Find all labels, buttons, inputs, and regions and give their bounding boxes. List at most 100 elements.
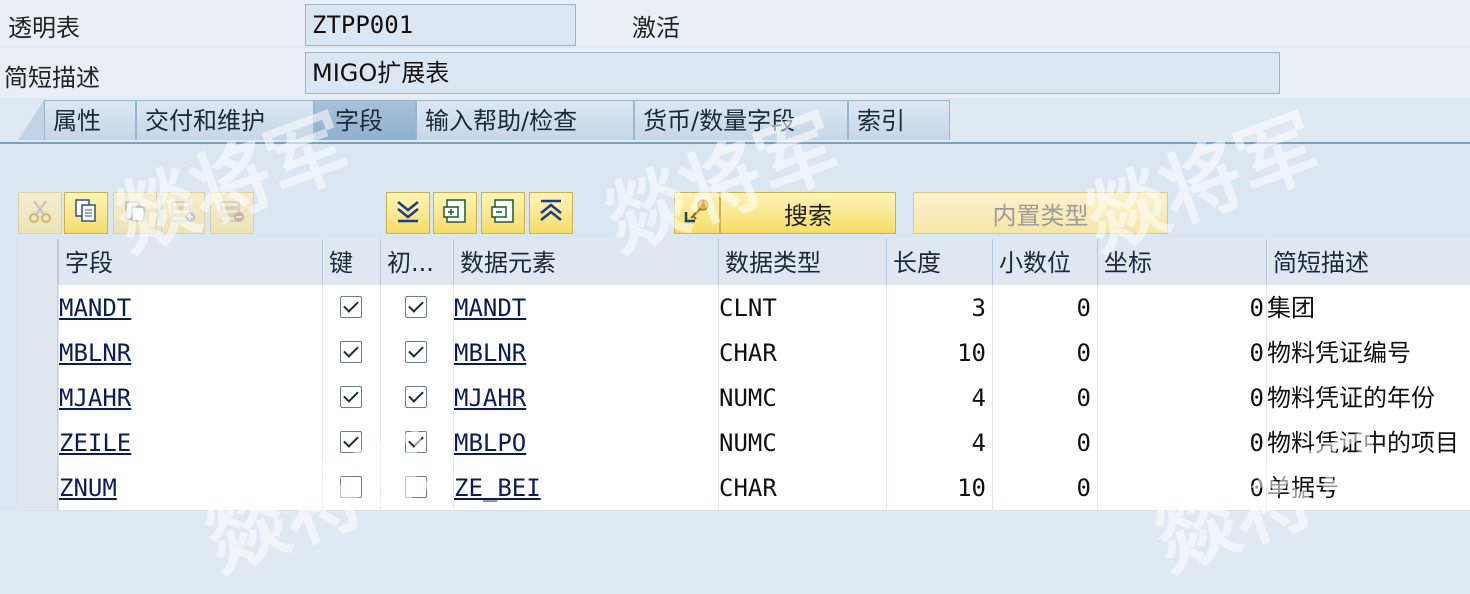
initial-checkbox[interactable]	[405, 296, 427, 318]
delete-row-icon	[219, 198, 245, 228]
length-cell[interactable]: 3	[886, 285, 992, 330]
row-selector[interactable]	[18, 465, 58, 510]
field-name-cell[interactable]: ZEILE	[58, 420, 322, 465]
key-cell	[322, 330, 380, 375]
data-type-cell[interactable]: CHAR	[718, 330, 886, 375]
length-cell[interactable]: 4	[886, 375, 992, 420]
key-checkbox[interactable]	[340, 296, 362, 318]
builtin-type-button[interactable]: 内置类型	[913, 192, 1168, 234]
table-label: 透明表	[8, 14, 80, 42]
key-checkbox[interactable]	[340, 476, 362, 498]
key-icon	[683, 198, 711, 228]
table-row[interactable]: ZEILE MBLPO NUMC 4 0 0 物料凭证中的项目	[18, 420, 1470, 466]
initial-checkbox[interactable]	[405, 431, 427, 453]
paste-icon	[122, 198, 148, 228]
delete-field-icon	[490, 198, 516, 228]
field-name-cell[interactable]: MBLNR	[58, 330, 322, 375]
key-checkbox[interactable]	[340, 431, 362, 453]
row-selector[interactable]	[18, 330, 58, 375]
length-cell[interactable]: 4	[886, 420, 992, 465]
initial-checkbox[interactable]	[405, 341, 427, 363]
data-element-cell[interactable]: MJAHR	[453, 375, 718, 420]
table-row[interactable]: MJAHR MJAHR NUMC 4 0 0 物料凭证的年份	[18, 375, 1470, 421]
col-initial[interactable]: 初...	[380, 239, 453, 285]
decimals-cell[interactable]: 0	[992, 285, 1097, 330]
tab-fields[interactable]: 字段	[314, 100, 416, 140]
col-length[interactable]: 长度	[886, 239, 992, 285]
tab-strip: 属性 交付和维护 字段 输入帮助/检查 货币/数量字段 索引	[0, 100, 1470, 142]
data-type-cell[interactable]: NUMC	[718, 420, 886, 465]
paste-button[interactable]	[113, 192, 157, 234]
coordinate-cell[interactable]: 0	[1097, 330, 1266, 375]
status-text: 激活	[632, 14, 680, 42]
decimals-cell[interactable]: 0	[992, 465, 1097, 510]
copy-button[interactable]	[64, 192, 108, 234]
col-data-element[interactable]: 数据元素	[453, 239, 718, 285]
scroll-top-button[interactable]	[529, 192, 573, 234]
key-checkbox[interactable]	[340, 341, 362, 363]
table-row[interactable]: MBLNR MBLNR CHAR 10 0 0 物料凭证编号	[18, 330, 1470, 376]
short-description-cell[interactable]: 物料凭证中的项目	[1266, 420, 1470, 465]
select-all-cell[interactable]	[18, 239, 58, 285]
data-element-cell[interactable]: MBLNR	[453, 330, 718, 375]
cut-button[interactable]	[18, 192, 62, 234]
short-description-cell[interactable]: 物料凭证的年份	[1266, 375, 1470, 420]
delete-row-button[interactable]	[210, 192, 254, 234]
data-element-cell[interactable]: ZE_BEI	[453, 465, 718, 510]
delete-field-button[interactable]	[481, 192, 525, 234]
tab-indexes[interactable]: 索引	[848, 100, 950, 140]
tab-currency-quantity[interactable]: 货币/数量字段	[634, 100, 848, 140]
field-name-cell[interactable]: MJAHR	[58, 375, 322, 420]
scroll-top-icon	[537, 198, 565, 228]
initial-cell	[380, 375, 453, 420]
insert-row-button[interactable]	[161, 192, 205, 234]
tab-decoration	[18, 100, 44, 140]
col-data-type[interactable]: 数据类型	[718, 239, 886, 285]
col-decimals[interactable]: 小数位	[992, 239, 1097, 285]
coordinate-cell[interactable]: 0	[1097, 420, 1266, 465]
coordinate-cell[interactable]: 0	[1097, 375, 1266, 420]
table-name-field[interactable]: ZTPP001	[305, 4, 576, 46]
col-key[interactable]: 键	[322, 239, 380, 285]
search-button[interactable]: 搜索	[720, 192, 896, 234]
scroll-bottom-button[interactable]	[386, 192, 430, 234]
data-element-cell[interactable]: MANDT	[453, 285, 718, 330]
short-description-cell[interactable]: 集团	[1266, 285, 1470, 330]
table-row[interactable]: ZNUM ZE_BEI CHAR 10 0 0 单据号	[18, 465, 1470, 511]
tab-input-help[interactable]: 输入帮助/检查	[416, 100, 634, 140]
row-selector[interactable]	[18, 420, 58, 465]
decimals-cell[interactable]: 0	[992, 420, 1097, 465]
tab-attributes[interactable]: 属性	[44, 100, 136, 140]
coordinate-cell[interactable]: 0	[1097, 465, 1266, 510]
short-description-cell[interactable]: 物料凭证编号	[1266, 330, 1470, 375]
data-type-cell[interactable]: NUMC	[718, 375, 886, 420]
field-name-cell[interactable]: MANDT	[58, 285, 322, 330]
short-description-field[interactable]: MIGO扩展表	[305, 52, 1280, 94]
col-field[interactable]: 字段	[58, 239, 322, 285]
row-selector[interactable]	[18, 285, 58, 330]
row-selector[interactable]	[18, 375, 58, 420]
length-cell[interactable]: 10	[886, 465, 992, 510]
col-short-description[interactable]: 简短描述	[1266, 239, 1470, 285]
data-type-cell[interactable]: CHAR	[718, 465, 886, 510]
key-button[interactable]	[674, 192, 720, 234]
initial-checkbox[interactable]	[405, 386, 427, 408]
key-cell	[322, 465, 380, 510]
tab-delivery-maintenance[interactable]: 交付和维护	[136, 100, 314, 140]
short-description-cell[interactable]: 单据号	[1266, 465, 1470, 510]
initial-checkbox[interactable]	[405, 476, 427, 498]
insert-field-icon	[442, 198, 468, 228]
table-row[interactable]: MANDT MANDT CLNT 3 0 0 集团	[18, 285, 1470, 331]
data-type-cell[interactable]: CLNT	[718, 285, 886, 330]
insert-field-button[interactable]	[433, 192, 477, 234]
col-coordinate[interactable]: 坐标	[1097, 239, 1266, 285]
key-cell	[322, 375, 380, 420]
length-cell[interactable]: 10	[886, 330, 992, 375]
initial-cell	[380, 285, 453, 330]
data-element-cell[interactable]: MBLPO	[453, 420, 718, 465]
field-name-cell[interactable]: ZNUM	[58, 465, 322, 510]
decimals-cell[interactable]: 0	[992, 330, 1097, 375]
decimals-cell[interactable]: 0	[992, 375, 1097, 420]
coordinate-cell[interactable]: 0	[1097, 285, 1266, 330]
key-checkbox[interactable]	[340, 386, 362, 408]
